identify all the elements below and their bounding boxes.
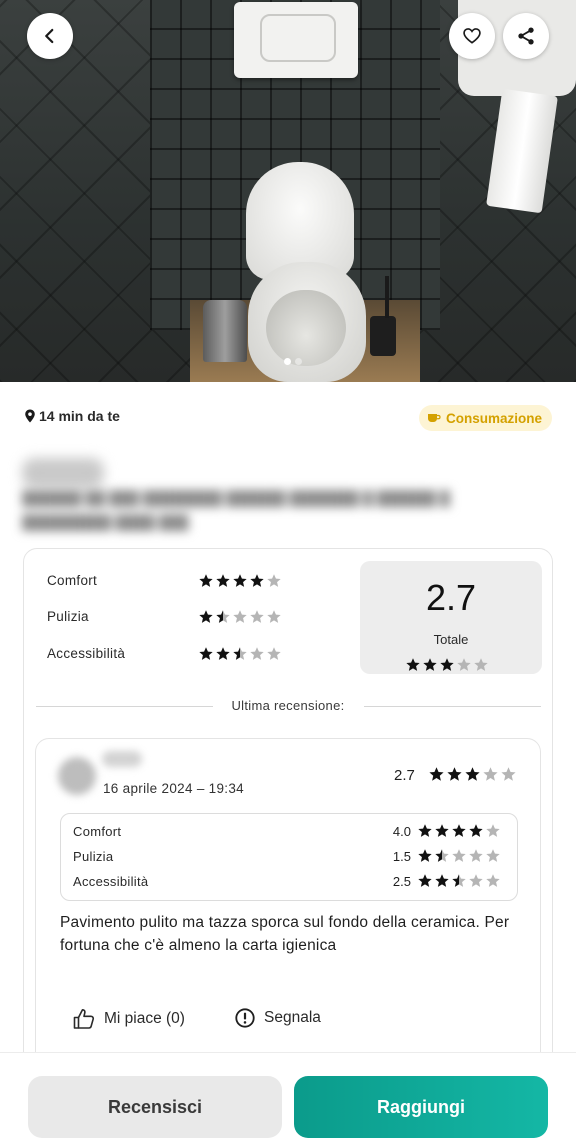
star-icon <box>216 574 230 587</box>
review-criterion-stars <box>417 823 501 839</box>
toilet-photo[interactable] <box>0 0 576 382</box>
flush-plate <box>234 2 358 78</box>
star-icon <box>418 874 432 887</box>
carousel-dot-active[interactable] <box>284 358 291 365</box>
star-icon <box>233 574 247 587</box>
back-button[interactable] <box>27 13 73 59</box>
star-icon <box>267 574 281 587</box>
total-rating-label: Totale <box>433 632 469 647</box>
consumption-badge: Consumazione <box>418 405 552 431</box>
star-icon <box>501 767 516 781</box>
heart-icon <box>463 28 481 44</box>
star-icon <box>486 874 500 887</box>
star-icon <box>250 647 264 660</box>
favorite-button[interactable] <box>449 13 495 59</box>
chevron-left-icon <box>45 28 54 44</box>
review-criterion-value: 1.5 <box>392 849 411 864</box>
navigate-button[interactable]: Raggiungi <box>294 1076 548 1138</box>
star-icon <box>486 849 500 862</box>
star-icon <box>267 610 281 623</box>
star-icon <box>469 849 483 862</box>
badge-label: Consumazione <box>445 410 542 426</box>
criterion-label-pulizia: Pulizia <box>47 609 89 624</box>
star-icon <box>447 767 462 781</box>
star-icon <box>469 874 483 887</box>
share-icon <box>518 27 534 45</box>
distance-text: 14 min da te <box>39 408 120 424</box>
review-date: 16 aprile 2024 – 19:34 <box>103 781 244 796</box>
star-icon <box>483 767 498 781</box>
star-icon <box>429 767 444 781</box>
star-icon <box>267 647 281 660</box>
star-icon <box>199 647 213 660</box>
star-icon <box>199 574 213 587</box>
blurred-reviewer-name <box>102 751 142 767</box>
star-icon <box>452 874 466 887</box>
review-criterion-stars <box>417 873 501 889</box>
divider-right <box>364 706 541 707</box>
review-criterion-label: Comfort <box>73 824 122 839</box>
ratings-card: Comfort Pulizia Accessibilità 2.7 Totale… <box>23 548 553 1078</box>
star-icon <box>233 610 247 623</box>
star-icon <box>216 647 230 660</box>
blurred-author-name <box>22 458 104 488</box>
criterion-label-accessibilita: Accessibilità <box>47 646 126 661</box>
star-icon <box>465 767 480 781</box>
write-review-button[interactable]: Recensisci <box>28 1076 282 1138</box>
star-icon <box>250 574 264 587</box>
carousel-dot[interactable] <box>295 358 302 365</box>
like-label: Mi piace (0) <box>104 1010 185 1027</box>
like-button[interactable]: Mi piace (0) <box>72 1007 185 1031</box>
share-button[interactable] <box>503 13 549 59</box>
star-icon <box>423 658 437 671</box>
review-criterion-label: Accessibilità <box>73 874 149 889</box>
star-icon <box>418 824 432 837</box>
star-icon <box>233 647 247 660</box>
criterion-stars-pulizia <box>198 609 282 625</box>
review-score: 2.7 <box>394 767 415 784</box>
star-icon <box>435 849 449 862</box>
distance-info: 14 min da te <box>24 408 120 424</box>
star-icon <box>452 824 466 837</box>
report-button[interactable]: Segnala <box>234 1007 321 1029</box>
star-icon <box>216 610 230 623</box>
star-icon <box>199 610 213 623</box>
total-rating-value: 2.7 <box>425 577 477 618</box>
total-rating-box: 2.7 Totale <box>360 561 542 674</box>
location-pin-icon <box>25 409 35 423</box>
review-criterion-stars <box>417 848 501 864</box>
review-card: 16 aprile 2024 – 19:34 2.7 Comfort 4.0 P… <box>35 738 541 1078</box>
star-icon <box>452 849 466 862</box>
report-label: Segnala <box>264 1009 321 1026</box>
star-icon <box>250 610 264 623</box>
blurred-description: ██████ ██ ███ ████████ ██████ ███████ █ … <box>22 490 450 530</box>
bottom-action-bar: Recensisci Raggiungi <box>0 1052 576 1145</box>
star-icon <box>435 874 449 887</box>
review-criteria-box: Comfort 4.0 Pulizia 1.5 Accessibilità 2.… <box>60 813 518 901</box>
star-icon <box>469 824 483 837</box>
star-icon <box>418 849 432 862</box>
star-icon <box>440 658 454 671</box>
toilet-detail-page: 14 min da te Consumazione ██████ ██ ███ … <box>0 0 576 1145</box>
star-icon <box>435 824 449 837</box>
star-icon <box>474 658 488 671</box>
criterion-stars-comfort <box>198 573 282 589</box>
alert-circle-icon <box>235 1008 255 1028</box>
review-criterion-value: 4.0 <box>392 824 411 839</box>
total-rating-stars <box>405 657 489 673</box>
avatar <box>58 757 96 795</box>
star-icon <box>457 658 471 671</box>
review-score-stars <box>428 766 517 783</box>
criterion-label-comfort: Comfort <box>47 573 98 588</box>
thumbs-up-icon <box>73 1009 95 1029</box>
review-criterion-value: 2.5 <box>392 874 411 889</box>
review-text: Pavimento pulito ma tazza sporca sul fon… <box>60 914 510 954</box>
coffee-cup-icon <box>427 414 441 422</box>
criterion-stars-accessibilita <box>198 646 282 662</box>
star-icon <box>406 658 420 671</box>
star-icon <box>486 824 500 837</box>
review-criterion-label: Pulizia <box>73 849 114 864</box>
